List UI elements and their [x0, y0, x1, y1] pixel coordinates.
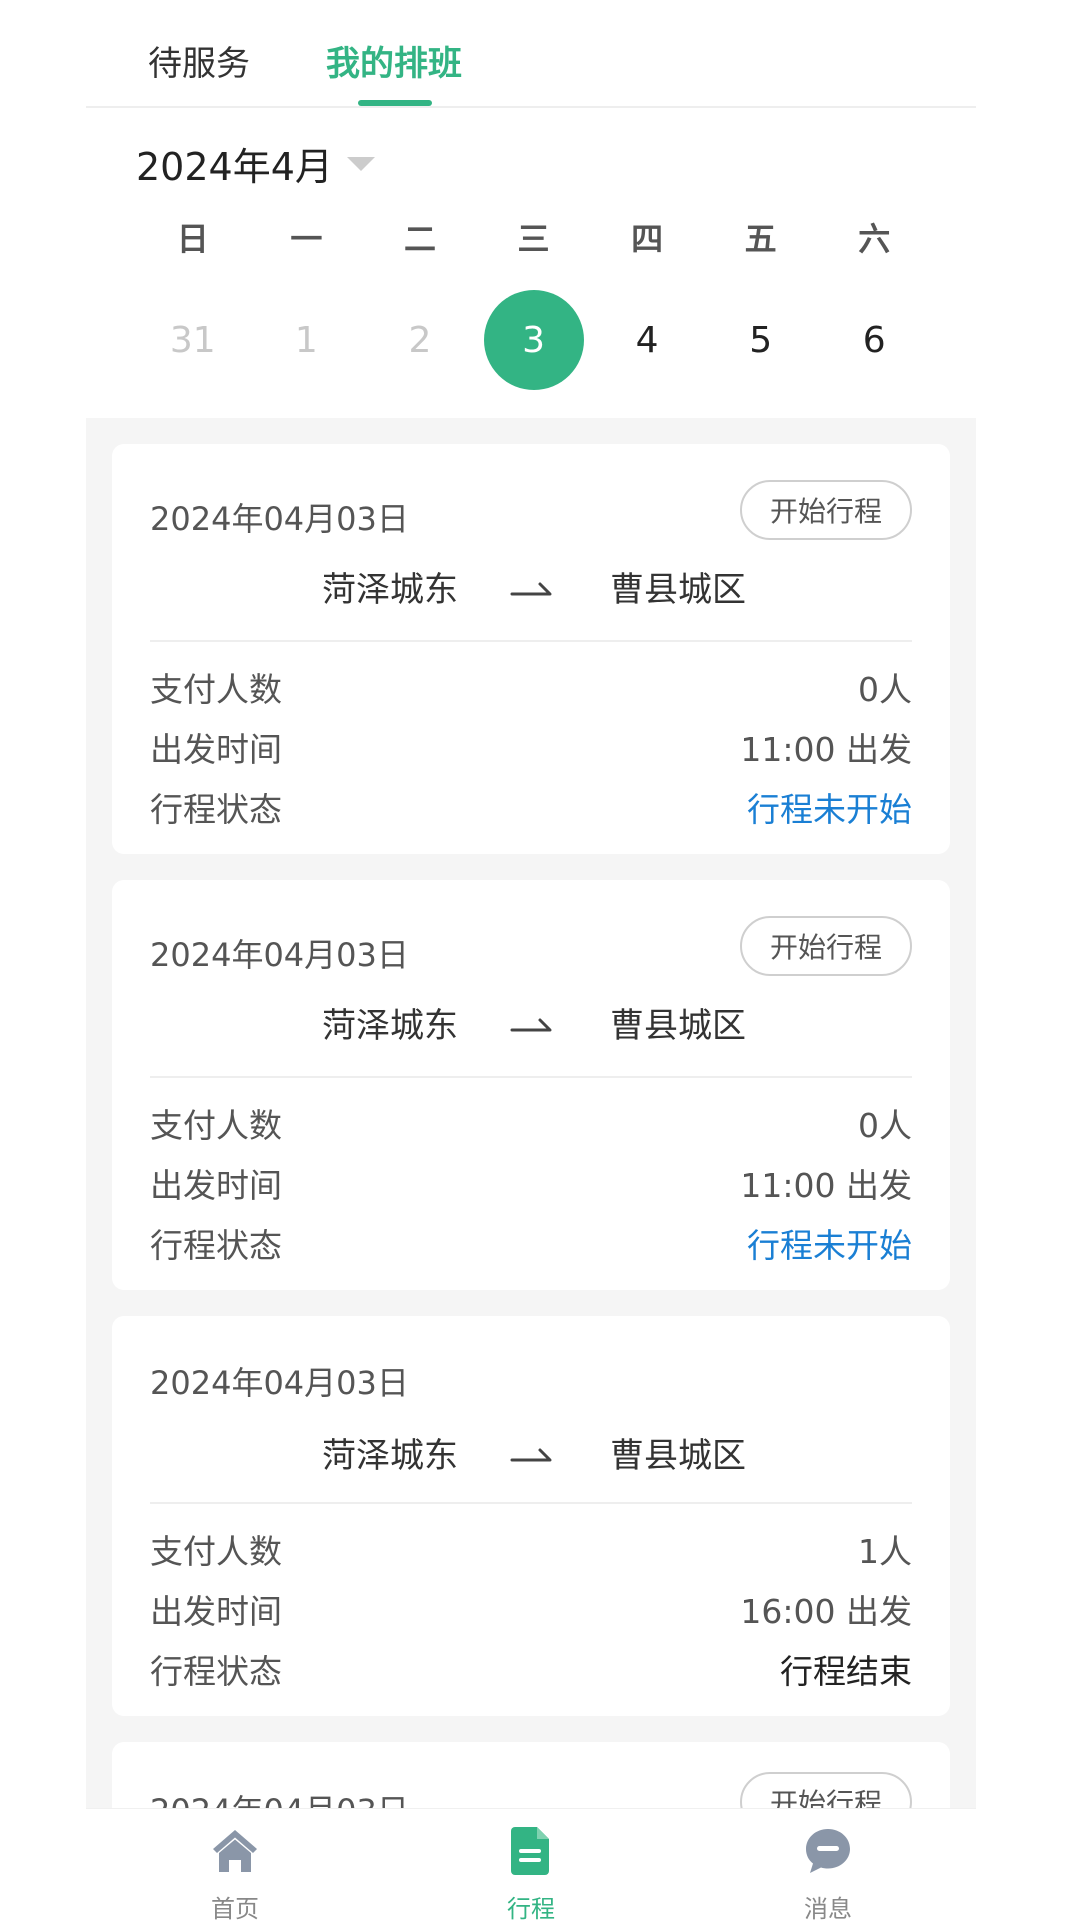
depart-time-label: 出发时间 [150, 1166, 282, 1205]
nav-home[interactable]: 首页 [155, 1823, 315, 1924]
trip-route: 菏泽城东 曹县城区 [112, 1428, 950, 1478]
trip-status-row: 行程状态 行程结束 [150, 1644, 912, 1694]
nav-trips[interactable]: 行程 [451, 1823, 611, 1924]
depart-time-row: 出发时间 16:00 出发 [150, 1584, 912, 1634]
app-screen: 待服务 我的排班 2024年4月 日 一 二 三 四 五 六 31 1 2 3 … [86, 0, 976, 1923]
month-picker[interactable]: 2024年4月 [136, 136, 375, 191]
pay-count-value: 1人 [858, 1532, 912, 1571]
card-divider [150, 640, 912, 642]
trip-route: 菏泽城东 曹县城区 [112, 998, 950, 1048]
pay-count-label: 支付人数 [150, 1106, 282, 1145]
weekday-label: 二 [403, 220, 436, 258]
chat-icon [806, 1829, 850, 1873]
pay-count-row: 支付人数 0人 [150, 662, 912, 712]
month-label: 2024年4月 [136, 145, 333, 189]
document-icon [511, 1827, 549, 1875]
trip-date: 2024年04月03日 [150, 936, 409, 974]
pay-count-label: 支付人数 [150, 1532, 282, 1571]
depart-time-row: 出发时间 11:00 出发 [150, 722, 912, 772]
day-cell[interactable]: 4 [590, 290, 704, 390]
bottom-navigation: 首页 行程 消息 [86, 1808, 976, 1923]
weekday-label: 日 [176, 220, 209, 258]
depart-time-row: 出发时间 11:00 出发 [150, 1158, 912, 1208]
day-number: 3 [483, 290, 584, 390]
pay-count-row: 支付人数 1人 [150, 1524, 912, 1574]
start-trip-button[interactable]: 开始行程 [740, 480, 912, 540]
top-tabs: 待服务 我的排班 [86, 0, 976, 108]
nav-messages-label: 消息 [804, 1895, 852, 1923]
depart-time-value: 11:00 出发 [740, 1166, 912, 1205]
day-cell-selected[interactable]: 3 [477, 290, 591, 390]
day-cell[interactable]: 5 [704, 290, 818, 390]
route-origin: 菏泽城东 [322, 1006, 458, 1046]
trip-status-label: 行程状态 [150, 1226, 282, 1265]
card-divider [150, 1076, 912, 1078]
route-destination: 曹县城区 [610, 570, 746, 610]
nav-messages[interactable]: 消息 [748, 1823, 908, 1924]
tab-my-schedule[interactable]: 我的排班 [326, 36, 462, 85]
depart-time-label: 出发时间 [150, 1592, 282, 1631]
day-number: 5 [749, 319, 773, 361]
day-cell[interactable]: 6 [817, 290, 931, 390]
day-cell[interactable]: 1 [250, 290, 364, 390]
pay-count-row: 支付人数 0人 [150, 1098, 912, 1148]
trip-date: 2024年04月03日 [150, 500, 409, 538]
day-cell[interactable]: 31 [136, 290, 250, 390]
day-number: 6 [862, 319, 886, 361]
trip-card[interactable]: 2024年04月03日 菏泽城东 曹县城区 支付人数 1人 出发时间 16:00… [112, 1316, 950, 1716]
trip-route: 菏泽城东 曹县城区 [112, 562, 950, 612]
trip-status-row: 行程状态 行程未开始 [150, 1218, 912, 1268]
weekday-label: 四 [631, 220, 664, 258]
trip-list[interactable]: 2024年04月03日 开始行程 菏泽城东 曹县城区 支付人数 0人 出发时间 … [86, 418, 976, 1808]
depart-time-label: 出发时间 [150, 730, 282, 769]
route-destination: 曹县城区 [610, 1006, 746, 1046]
start-trip-button[interactable]: 开始行程 [740, 1772, 912, 1808]
active-tab-indicator [358, 100, 432, 106]
trip-status-value: 行程未开始 [747, 1226, 912, 1265]
arrow-right-icon [510, 1018, 552, 1032]
start-trip-button[interactable]: 开始行程 [740, 916, 912, 976]
depart-time-value: 11:00 出发 [740, 730, 912, 769]
arrow-right-icon [510, 582, 552, 596]
day-cell[interactable]: 2 [363, 290, 477, 390]
trip-status-label: 行程状态 [150, 790, 282, 829]
weekday-row: 日 一 二 三 四 五 六 [136, 212, 931, 262]
day-number: 2 [408, 319, 432, 361]
week-days-row: 31 1 2 3 4 5 6 [136, 290, 931, 390]
day-number: 1 [294, 319, 318, 361]
trip-status-value: 行程结束 [780, 1652, 912, 1691]
pay-count-label: 支付人数 [150, 670, 282, 709]
day-number: 4 [635, 319, 659, 361]
nav-trips-label: 行程 [507, 1895, 555, 1923]
trip-card[interactable]: 2024年04月03日 开始行程 [112, 1742, 950, 1808]
weekday-label: 五 [744, 220, 777, 258]
home-icon [213, 1830, 257, 1872]
caret-down-icon [346, 156, 375, 171]
weekday-label: 一 [290, 220, 323, 258]
trip-status-label: 行程状态 [150, 1652, 282, 1691]
trip-card[interactable]: 2024年04月03日 开始行程 菏泽城东 曹县城区 支付人数 0人 出发时间 … [112, 880, 950, 1290]
trip-status-value: 行程未开始 [747, 790, 912, 829]
tab-pending-service[interactable]: 待服务 [148, 36, 250, 85]
weekday-label: 六 [858, 220, 891, 258]
trip-date: 2024年04月03日 [150, 1364, 409, 1402]
pay-count-value: 0人 [858, 670, 912, 709]
trip-card[interactable]: 2024年04月03日 开始行程 菏泽城东 曹县城区 支付人数 0人 出发时间 … [112, 444, 950, 854]
arrow-right-icon [510, 1448, 552, 1462]
card-divider [150, 1502, 912, 1504]
trip-date: 2024年04月03日 [150, 1786, 409, 1808]
nav-home-label: 首页 [211, 1895, 259, 1923]
depart-time-value: 16:00 出发 [740, 1592, 912, 1631]
day-number: 31 [169, 319, 216, 361]
route-destination: 曹县城区 [610, 1436, 746, 1476]
pay-count-value: 0人 [858, 1106, 912, 1145]
route-origin: 菏泽城东 [322, 570, 458, 610]
trip-status-row: 行程状态 行程未开始 [150, 782, 912, 832]
weekday-label: 三 [517, 220, 550, 258]
route-origin: 菏泽城东 [322, 1436, 458, 1476]
